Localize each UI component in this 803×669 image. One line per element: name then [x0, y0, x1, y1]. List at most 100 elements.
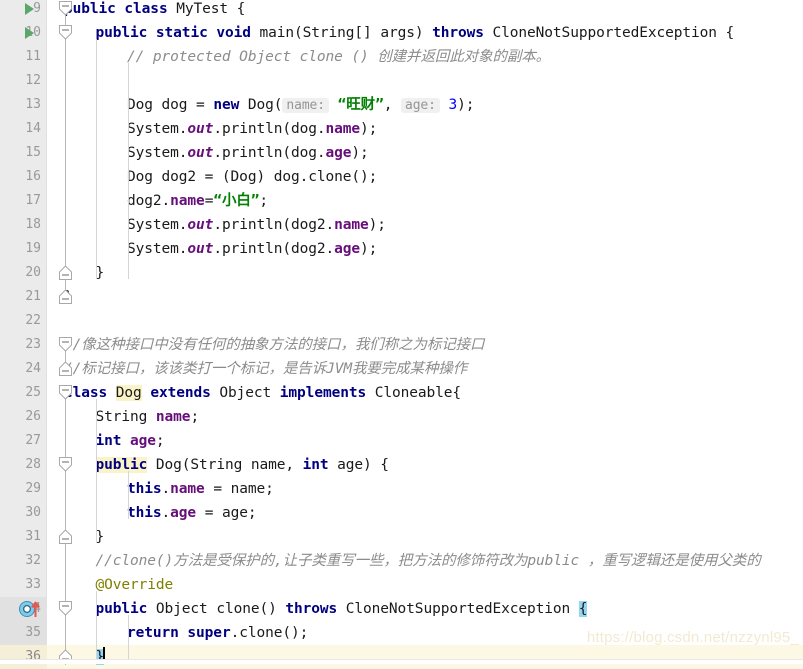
- indent-guide: [128, 471, 129, 519]
- code-line[interactable]: 11 // protected Object clone () 创建并返回此对象的…: [0, 45, 803, 69]
- code-text: public Object clone() throws CloneNotSup…: [96, 597, 588, 621]
- fold-collapse-icon[interactable]: [57, 456, 74, 473]
- fold-collapse-icon[interactable]: [57, 384, 74, 401]
- code-line[interactable]: 12: [0, 69, 803, 93]
- code-line[interactable]: 25 class Dog extends Object implements Cl…: [0, 381, 803, 405]
- code-line[interactable]: 17 dog2.name=“小白”;: [0, 189, 803, 213]
- code-token: name: [170, 481, 205, 497]
- code-text: System.out.println(dog.age);: [127, 141, 369, 165]
- fold-spine: [65, 13, 66, 303]
- line-number: 20: [25, 265, 41, 280]
- fold-expand-end-icon[interactable]: [57, 264, 74, 281]
- code-text: int age;: [96, 429, 165, 453]
- code-token: .println(dog2.: [213, 241, 335, 257]
- code-token: name: [325, 121, 361, 137]
- code-token: public: [95, 457, 148, 473]
- code-editor[interactable]: 9 public class MyTest {10 public static vo…: [0, 0, 803, 669]
- code-line[interactable]: 21}: [0, 285, 803, 309]
- code-line[interactable]: 13 Dog dog = new Dog(name: “旺财”, age: 3);: [0, 93, 803, 117]
- code-token: //像这种接口中没有任何的抽象方法的接口，我们称之为标记接口: [64, 337, 485, 353]
- code-token: super: [187, 625, 231, 641]
- code-line[interactable]: 32 //clone()方法是受保护的,让子类重写一些，把方法的修饰符改为publ…: [0, 549, 803, 573]
- code-token: return: [127, 625, 179, 641]
- code-line[interactable]: 16 Dog dog2 = (Dog) dog.clone();: [0, 165, 803, 189]
- code-line[interactable]: 28 public Dog(String name, int age) {: [0, 453, 803, 477]
- code-token: this: [127, 481, 162, 497]
- code-line[interactable]: 34public Object clone() throws CloneNotS…: [0, 597, 803, 621]
- indent-guide: [96, 39, 97, 279]
- code-text: // protected Object clone () 创建并返回此对象的副本…: [127, 45, 550, 69]
- overriding-method-icon[interactable]: [18, 600, 44, 618]
- line-number: 28: [25, 457, 41, 472]
- line-number: 36: [0, 645, 47, 669]
- code-token: System.: [127, 121, 188, 137]
- code-line[interactable]: 24 //标记接口，该该类打一个标记，是告诉JVM我要完成某种操作: [0, 357, 803, 381]
- run-button-icon[interactable]: [25, 27, 34, 39]
- code-token: Object: [210, 385, 280, 401]
- code-line[interactable]: 19 System.out.println(dog2.age);: [0, 237, 803, 261]
- fold-expand-end-icon[interactable]: [57, 360, 74, 377]
- code-line[interactable]: 15 System.out.println(dog.age);: [0, 141, 803, 165]
- code-token: out: [187, 217, 214, 233]
- code-line[interactable]: 22: [0, 309, 803, 333]
- fold-collapse-icon[interactable]: [57, 336, 74, 353]
- run-button-icon[interactable]: [25, 3, 34, 15]
- code-token: );: [351, 145, 369, 161]
- line-number: 13: [25, 97, 41, 112]
- code-line[interactable]: 20}: [0, 261, 803, 285]
- code-token: int: [95, 433, 122, 449]
- code-text: System.out.println(dog2.name);: [127, 213, 386, 237]
- code-token: age) {: [328, 457, 389, 473]
- fold-collapse-icon[interactable]: [57, 0, 74, 17]
- code-token: System.: [127, 145, 188, 161]
- code-text: public Dog(String name, int age) {: [95, 453, 389, 477]
- code-token: .println(dog2.: [213, 217, 335, 233]
- code-line[interactable]: 26 String name;: [0, 405, 803, 429]
- code-token: new: [213, 97, 240, 113]
- code-line[interactable]: 14 System.out.println(dog.name);: [0, 117, 803, 141]
- code-line[interactable]: 35 return super.clone();: [0, 621, 803, 645]
- code-line[interactable]: 36}: [0, 645, 803, 669]
- line-number: 24: [25, 361, 41, 376]
- editor-bottom-strip: [0, 659, 803, 664]
- code-token: .: [161, 481, 171, 497]
- code-token: .clone();: [230, 625, 309, 641]
- line-number: 21: [25, 289, 41, 304]
- code-token: age: [334, 241, 361, 257]
- code-text: //标记接口，该该类打一个标记，是告诉JVM我要完成某种操作: [64, 357, 467, 381]
- fold-expand-end-icon[interactable]: [57, 528, 74, 545]
- code-line[interactable]: 18 System.out.println(dog2.name);: [0, 213, 803, 237]
- code-line[interactable]: 9 public class MyTest {: [0, 0, 803, 21]
- code-token: = name;: [204, 481, 274, 497]
- code-text: System.out.println(dog.name);: [127, 117, 377, 141]
- code-token: MyTest {: [167, 1, 246, 17]
- code-token: );: [360, 121, 378, 137]
- line-number: 9: [33, 1, 41, 16]
- fold-collapse-icon[interactable]: [57, 24, 74, 41]
- code-text: class Dog extends Object implements Clon…: [64, 381, 461, 405]
- code-token: out: [187, 121, 214, 137]
- code-token: age: [170, 505, 197, 521]
- fold-collapse-icon[interactable]: [57, 600, 74, 617]
- code-line[interactable]: 33 @Override: [0, 573, 803, 597]
- code-line[interactable]: 30 this.age = age;: [0, 501, 803, 525]
- code-token: Dog: [115, 385, 142, 401]
- code-token: name:: [282, 98, 329, 113]
- line-number: 16: [25, 169, 41, 184]
- code-token: ;: [190, 409, 200, 425]
- code-line[interactable]: 31}: [0, 525, 803, 549]
- code-line[interactable]: 10 public static void main(String[] args)…: [0, 21, 803, 45]
- line-number: 12: [25, 73, 41, 88]
- code-text: this.name = name;: [127, 477, 274, 501]
- fold-expand-end-icon[interactable]: [57, 288, 74, 305]
- code-text: dog2.name=“小白”;: [127, 189, 268, 213]
- code-line[interactable]: 23 //像这种接口中没有任何的抽象方法的接口，我们称之为标记接口: [0, 333, 803, 357]
- code-token: throws: [432, 25, 484, 41]
- code-token: main(String[] args): [250, 25, 433, 41]
- code-line[interactable]: 27 int age;: [0, 429, 803, 453]
- code-line[interactable]: 29 this.name = name;: [0, 477, 803, 501]
